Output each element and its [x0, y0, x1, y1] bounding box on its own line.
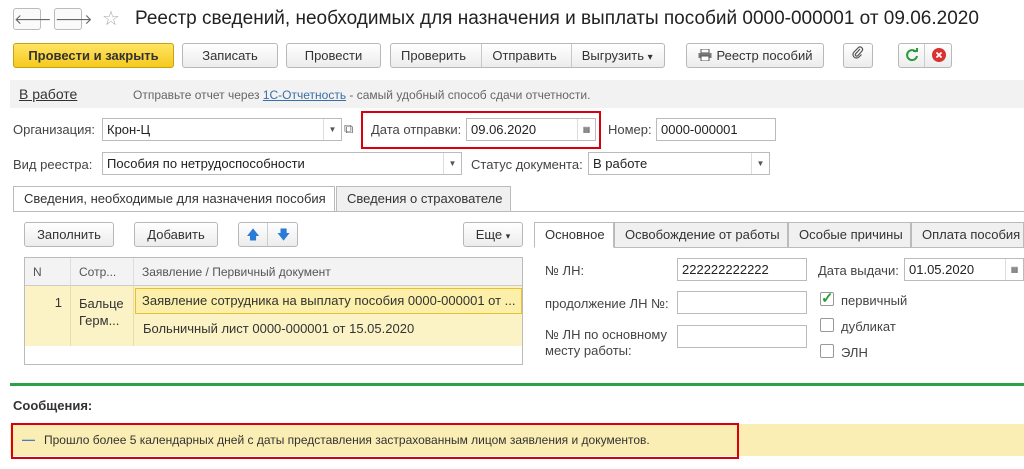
fill-button[interactable]: Заполнить — [24, 222, 114, 247]
tab-divider — [13, 211, 1024, 212]
ln-field[interactable]: 222222222222 — [677, 258, 807, 281]
checkmark-icon: ✓ — [821, 290, 834, 307]
row-employee: Бальце Герм... — [71, 286, 134, 346]
status-link[interactable]: В работе — [19, 86, 77, 102]
org-label: Организация: — [13, 122, 96, 137]
forward-button[interactable]: 🡒 — [54, 8, 93, 30]
tab-release[interactable]: Освобождение от работы — [614, 222, 788, 248]
move-group: 🡅 🡇 — [238, 222, 298, 247]
doc-status-value: В работе — [593, 156, 648, 171]
duplicate-checkbox[interactable] — [820, 318, 834, 332]
chevron-down-icon[interactable]: ▼ — [443, 153, 461, 174]
registry-type-label: Вид реестра: — [13, 157, 93, 172]
tab-benefit-info[interactable]: Сведения, необходимые для назначения пос… — [13, 186, 335, 212]
move-down-icon[interactable]: 🡇 — [269, 223, 298, 246]
registry-button[interactable]: Реестр пособий — [686, 43, 824, 68]
number-label: Номер: — [608, 122, 652, 137]
status-bar: В работе Отправьте отчет через 1С-Отчетн… — [10, 80, 1024, 108]
primary-checkbox[interactable]: ✓ — [820, 290, 834, 307]
1c-reporting-link[interactable]: 1С-Отчетность — [263, 88, 346, 102]
ln-label: № ЛН: — [545, 263, 585, 278]
chevron-down-icon[interactable]: ▼ — [751, 153, 769, 174]
message-text[interactable]: Прошло более 5 календарных дней с даты п… — [44, 433, 650, 447]
tab-main[interactable]: Основное — [534, 222, 614, 248]
close-icon — [932, 48, 946, 62]
calendar-icon[interactable]: ▦ — [1005, 259, 1023, 280]
table-row[interactable]: 1 Бальце Герм... Заявление сотрудника на… — [25, 286, 522, 346]
issue-date-value: 01.05.2020 — [909, 262, 975, 277]
message-prefix: Отправьте отчет через — [133, 88, 263, 102]
eln-label: ЭЛН — [841, 345, 868, 360]
post-button[interactable]: Провести — [286, 43, 381, 68]
check-button[interactable]: Проверить — [391, 44, 483, 67]
chevron-down-icon: ▾ — [647, 52, 653, 63]
date-value: 09.06.2020 — [471, 122, 537, 137]
main-work-label-2: месту работы: — [545, 343, 632, 358]
eln-checkbox[interactable] — [820, 344, 834, 358]
attach-button[interactable] — [843, 43, 873, 68]
main-work-field[interactable] — [677, 325, 807, 348]
status-message: Отправьте отчет через 1С-Отчетность - са… — [133, 88, 590, 102]
printer-icon — [698, 48, 711, 62]
more-label: Еще — [475, 227, 503, 242]
org-value: Крон-Ц — [107, 122, 151, 137]
col-employee[interactable]: Сотр... — [71, 258, 134, 286]
paperclip-icon — [852, 46, 864, 59]
export-label: Выгрузить — [581, 48, 644, 63]
documents-table: N Сотр... Заявление / Первичный документ… — [24, 257, 523, 365]
date-label: Дата отправки: — [371, 122, 462, 137]
registry-type-value: Пособия по нетрудоспособности — [107, 156, 305, 171]
issue-date-field[interactable]: 01.05.2020 ▦ — [904, 258, 1024, 281]
collapse-icon[interactable]: — — [22, 432, 35, 447]
chevron-down-icon[interactable]: ▼ — [323, 119, 341, 140]
open-icon[interactable]: ⧉ — [344, 121, 353, 137]
add-button[interactable]: Добавить — [134, 222, 218, 247]
tab-special-reasons[interactable]: Особые причины — [788, 222, 911, 248]
calendar-icon[interactable]: ▦ — [577, 119, 595, 140]
tab-payment[interactable]: Оплата пособия — [911, 222, 1024, 248]
primary-label: первичный — [841, 293, 908, 308]
send-button[interactable]: Отправить — [482, 44, 572, 67]
org-field[interactable]: Крон-Ц ▼ — [102, 118, 342, 141]
post-and-close-button[interactable]: Провести и закрыть — [13, 43, 174, 68]
refresh-close-group — [898, 43, 952, 68]
duplicate-label: дубликат — [841, 319, 896, 334]
registry-type-field[interactable]: Пособия по нетрудоспособности ▼ — [102, 152, 462, 175]
export-button[interactable]: Выгрузить ▾ — [572, 44, 664, 67]
tab-insurer-info[interactable]: Сведения о страхователе — [336, 186, 511, 212]
continuation-label: продолжение ЛН №: — [545, 296, 669, 311]
row-document-application[interactable]: Заявление сотрудника на выплату пособия … — [135, 288, 522, 314]
move-up-icon[interactable]: 🡅 — [239, 223, 268, 246]
col-document[interactable]: Заявление / Первичный документ — [134, 258, 522, 286]
back-button[interactable]: 🡐 — [13, 8, 52, 30]
continuation-field[interactable] — [677, 291, 807, 314]
row-document-sickleave[interactable]: Больничный лист 0000-000001 от 15.05.202… — [135, 317, 522, 343]
close-button[interactable] — [926, 44, 951, 67]
date-field[interactable]: 09.06.2020 ▦ — [466, 118, 596, 141]
message-suffix: - самый удобный способ сдачи отчетности. — [346, 88, 591, 102]
row-number: 1 — [25, 286, 71, 346]
registry-label: Реестр пособий — [716, 48, 813, 63]
main-work-label-1: № ЛН по основному — [545, 327, 668, 342]
refresh-button[interactable] — [899, 44, 925, 67]
refresh-icon — [905, 47, 918, 62]
divider-line — [10, 383, 1024, 386]
col-n[interactable]: N — [25, 258, 71, 286]
chevron-down-icon: ▾ — [505, 231, 511, 241]
more-button[interactable]: Еще ▾ — [463, 222, 523, 247]
issue-date-label: Дата выдачи: — [818, 263, 899, 278]
messages-title: Сообщения: — [13, 398, 93, 413]
number-field[interactable]: 0000-000001 — [656, 118, 776, 141]
action-group: Проверить Отправить Выгрузить ▾ — [390, 43, 665, 68]
favorite-star-icon[interactable]: ☆ — [102, 6, 120, 31]
page-title: Реестр сведений, необходимых для назначе… — [135, 8, 979, 29]
doc-status-label: Статус документа: — [471, 157, 583, 172]
doc-status-field[interactable]: В работе ▼ — [588, 152, 770, 175]
save-button[interactable]: Записать — [182, 43, 278, 68]
